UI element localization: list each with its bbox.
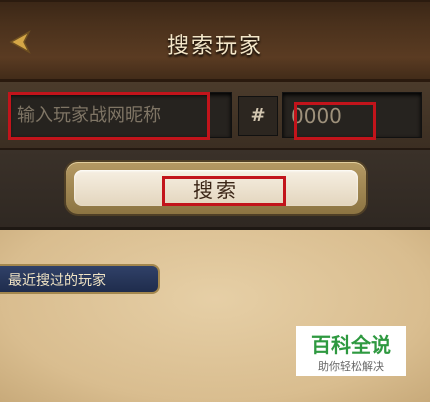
highlight-name-input [8,92,210,140]
recent-players-tab[interactable]: 最近搜过的玩家 [0,264,160,294]
highlight-number-input [294,102,376,140]
parchment-background [0,230,430,402]
watermark-main-text: 百科全说 [311,332,391,357]
hash-separator: # [238,96,278,136]
top-bar: 搜索玩家 [0,0,430,82]
page-title: 搜索玩家 [166,34,263,59]
watermark-logo: 百科全说 助你轻松解决 [296,326,406,376]
highlight-search-button [162,176,286,206]
watermark-sub-text: 助你轻松解决 [318,359,384,373]
